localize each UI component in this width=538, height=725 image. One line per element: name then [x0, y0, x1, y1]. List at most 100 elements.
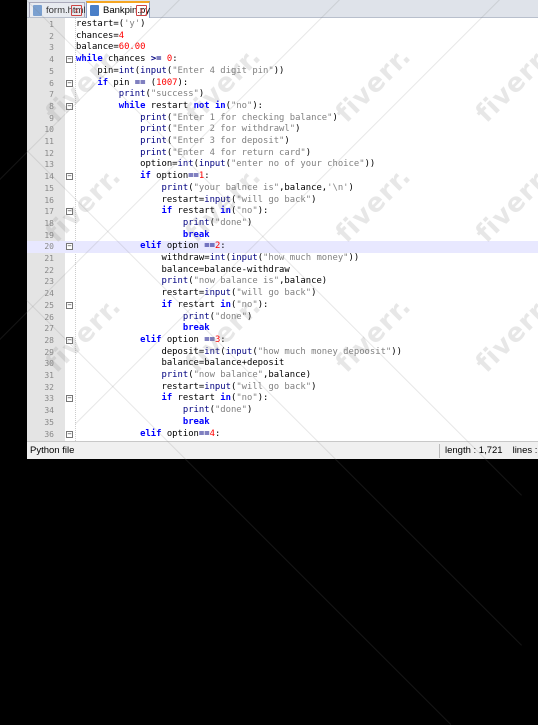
code-text: elif option==4:: [140, 428, 221, 439]
line-number: 27: [44, 324, 54, 334]
line-number: 19: [44, 230, 54, 240]
fold-toggle-icon[interactable]: −: [66, 243, 73, 251]
code-line[interactable]: 27 break: [27, 323, 538, 335]
code-line[interactable]: 3 balance=60.00: [27, 42, 538, 54]
close-icon[interactable]: x: [136, 5, 147, 16]
line-number: 35: [44, 417, 54, 427]
code-line[interactable]: 2 chances=4: [27, 31, 538, 43]
code-text: elif option ==2:: [140, 241, 226, 252]
code-text: print("done"): [182, 311, 253, 322]
code-line[interactable]: 26 print("done"): [27, 312, 538, 324]
code-text: elif option ==3:: [140, 334, 226, 345]
line-number: 33: [44, 394, 54, 404]
close-icon[interactable]: x: [71, 5, 82, 16]
fold-toggle-icon[interactable]: −: [66, 301, 73, 309]
code-line[interactable]: 34 print("done"): [27, 405, 538, 417]
line-number: 13: [44, 160, 54, 170]
code-text: balance=balance+deposit: [76, 358, 285, 369]
code-text: option=int(input("enter no of your choic…: [76, 159, 376, 170]
line-number: 28: [44, 335, 54, 345]
code-line[interactable]: 25 − if restart in("no"):: [27, 300, 538, 312]
code-line[interactable]: 14 − if option==1:: [27, 171, 538, 183]
fold-toggle-icon[interactable]: −: [66, 56, 73, 64]
tab-form-html[interactable]: form.html x: [29, 2, 86, 17]
line-number: 5: [49, 66, 54, 76]
fold-toggle-icon[interactable]: −: [66, 173, 73, 181]
code-line[interactable]: 6 − if pin == (1007):: [27, 78, 538, 90]
code-text: pin=int(input("Enter 4 digit pin")): [76, 65, 285, 76]
code-line[interactable]: 5 pin=int(input("Enter 4 digit pin")): [27, 66, 538, 78]
code-line[interactable]: 11 print("Enter 3 for deposit"): [27, 136, 538, 148]
code-line[interactable]: 9 print("Enter 1 for checking balance"): [27, 113, 538, 125]
code-text: restart=input("will go back"): [76, 288, 317, 299]
html-file-icon: [33, 5, 42, 16]
fold-toggle-icon[interactable]: −: [66, 208, 73, 216]
code-line[interactable]: 8 − while restart not in("no"):: [27, 101, 538, 113]
code-line[interactable]: 18 print("done"): [27, 218, 538, 230]
line-number: 3: [49, 43, 54, 53]
code-text: chances=4: [76, 30, 125, 41]
status-divider: [439, 444, 440, 458]
tab-bankpin-py[interactable]: Bankpin.py x: [86, 1, 150, 18]
code-line[interactable]: 32 restart=input("will go back"): [27, 382, 538, 394]
length-label: length : 1,721lines : 52: [445, 442, 538, 459]
code-line[interactable]: 21 withdraw=int(input("how much money")): [27, 253, 538, 265]
tab-bar: form.html x Bankpin.py x: [27, 0, 538, 18]
line-number: 34: [44, 406, 54, 416]
line-number: 9: [49, 113, 54, 123]
code-line[interactable]: 35 break: [27, 417, 538, 429]
code-line[interactable]: 7 print("success"): [27, 89, 538, 101]
code-text: if restart in("no"):: [161, 206, 269, 217]
line-number: 11: [44, 137, 54, 146]
code-text: print("success"): [118, 89, 205, 100]
code-line[interactable]: 24 restart=input("will go back"): [27, 288, 538, 300]
code-line[interactable]: 17 − if restart in("no"):: [27, 206, 538, 218]
code-line[interactable]: 12 print("Enter 4 for return card"): [27, 148, 538, 160]
code-line[interactable]: 4 − while chances >= 0:: [27, 54, 538, 66]
fold-toggle-icon[interactable]: −: [66, 336, 73, 344]
code-line[interactable]: 28 − elif option ==3:: [27, 335, 538, 347]
code-text: balance=60.00: [76, 42, 146, 53]
code-text: print("Enter 2 for withdrawl"): [140, 124, 301, 135]
code-line[interactable]: 29 deposit=int(input("how much money dep…: [27, 347, 538, 359]
line-number: 8: [49, 101, 54, 111]
code-line[interactable]: 20 − elif option ==2:: [27, 241, 538, 253]
code-line[interactable]: 1 restart=('y'): [27, 19, 538, 31]
line-number: 16: [44, 195, 54, 205]
code-line[interactable]: 30 balance=balance+deposit: [27, 358, 538, 370]
code-text: restart=input("will go back"): [76, 194, 317, 205]
line-number: 17: [44, 207, 54, 217]
code-line[interactable]: 19 break: [27, 230, 538, 242]
line-number: 12: [44, 148, 54, 158]
line-number: 36: [44, 429, 54, 439]
code-editor[interactable]: 1 restart=('y') 2 chances=4 3 balance=60.00 4 −…: [27, 18, 538, 441]
code-text: if restart in("no"):: [161, 299, 269, 310]
line-number: 4: [49, 55, 54, 65]
code-line[interactable]: 22 balance=balance-withdraw: [27, 265, 538, 277]
code-line[interactable]: 15 print("your balnce is",balance,'\n'): [27, 183, 538, 195]
code-line[interactable]: 13 option=int(input("enter no of your ch…: [27, 159, 538, 171]
code-text: if option==1:: [140, 171, 210, 182]
code-text: restart=('y'): [76, 19, 146, 29]
line-number: 6: [49, 78, 54, 88]
code-line[interactable]: 36 − elif option==4:: [27, 429, 538, 441]
code-line[interactable]: 16 restart=input("will go back"): [27, 195, 538, 207]
code-text: print("Enter 4 for return card"): [140, 147, 312, 158]
line-number: 31: [44, 371, 54, 380]
fold-toggle-icon[interactable]: −: [66, 430, 73, 438]
code-line[interactable]: 10 print("Enter 2 for withdrawl"): [27, 124, 538, 136]
code-line[interactable]: 23 print("now balance is",balance): [27, 276, 538, 288]
line-number: 1: [49, 20, 54, 29]
code-text: while chances >= 0:: [76, 54, 178, 65]
line-number: 32: [44, 382, 54, 392]
code-line[interactable]: 31 print("now balance",balance): [27, 370, 538, 382]
fold-toggle-icon[interactable]: −: [66, 395, 73, 403]
line-number: 22: [44, 265, 54, 275]
line-number: 10: [44, 125, 54, 135]
code-text: if restart in("no"):: [161, 393, 269, 404]
code-text: withdraw=int(input("how much money")): [76, 253, 360, 263]
code-text: print("Enter 3 for deposit"): [140, 136, 290, 146]
code-line[interactable]: 33 − if restart in("no"):: [27, 393, 538, 405]
fold-toggle-icon[interactable]: −: [66, 79, 73, 87]
fold-toggle-icon[interactable]: −: [66, 102, 73, 110]
